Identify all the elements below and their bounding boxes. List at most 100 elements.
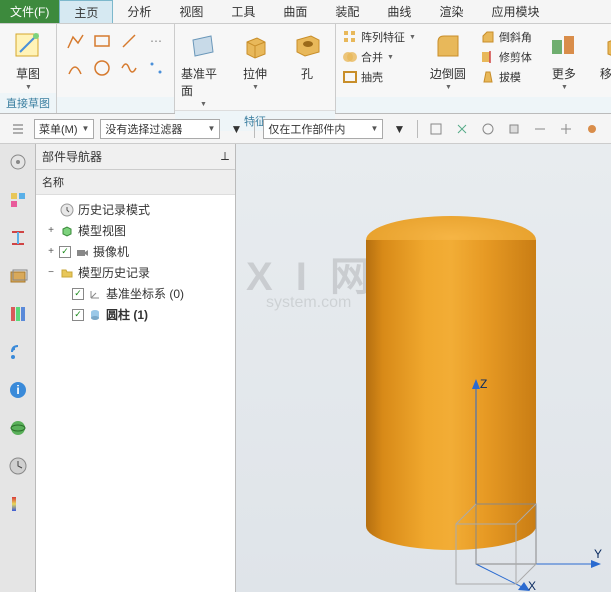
strip-gradient-icon[interactable] — [6, 492, 30, 516]
strip-info-icon[interactable]: i — [6, 378, 30, 402]
circle-icon[interactable] — [90, 56, 114, 80]
chevron-down-icon: ▼ — [252, 84, 259, 91]
folder-icon — [59, 265, 75, 281]
move-face-button[interactable]: 移动面 — [596, 29, 611, 82]
chamfer-button[interactable]: 倒斜角 — [480, 29, 532, 45]
collapse-icon[interactable]: − — [46, 267, 56, 278]
separator — [254, 120, 255, 138]
tab-home[interactable]: 主页 — [59, 0, 113, 23]
sketch-label: 草图 — [16, 65, 40, 82]
edge-round-button[interactable]: 边倒圆 ▼ — [426, 29, 470, 91]
move-face-icon — [601, 29, 611, 63]
shell-button[interactable]: 抽壳 — [342, 69, 416, 85]
datum-plane-label: 基准平面 — [181, 65, 225, 99]
strip-parts-icon[interactable] — [6, 188, 30, 212]
array-feature-button[interactable]: 阵列特征▼ — [342, 29, 416, 45]
ribbon: 草图 ▼ 直接草图 ⋯ 基准平面 ▼ — [0, 24, 611, 114]
nav-column-header[interactable]: 名称 — [36, 170, 235, 195]
spline-icon[interactable] — [117, 56, 141, 80]
draft-button[interactable]: 拔模 — [480, 69, 532, 85]
tab-curve[interactable]: 曲线 — [373, 0, 425, 23]
extrude-button[interactable]: 拉伸 ▼ — [233, 29, 277, 91]
main-area: i 部件导航器 ⟂ 名称 历史记录模式 + 模型视图 + ✓ — [0, 144, 611, 592]
scope-toggle-icon[interactable]: ▼ — [389, 119, 409, 139]
tab-assembly[interactable]: 装配 — [321, 0, 373, 23]
profile-line-icon[interactable] — [63, 29, 87, 53]
side-strip: i — [0, 144, 36, 592]
rectangle-icon[interactable] — [90, 29, 114, 53]
tree-datum-csys[interactable]: ✓ 基准坐标系 (0) — [38, 283, 233, 304]
nav-pin-icon[interactable]: ⟂ — [221, 149, 229, 164]
datum-plane-button[interactable]: 基准平面 ▼ — [181, 29, 225, 108]
tab-view[interactable]: 视图 — [165, 0, 217, 23]
datum-checkbox[interactable]: ✓ — [72, 288, 84, 300]
selection-filter-combo[interactable]: 没有选择过滤器▼ — [100, 119, 220, 139]
strip-sphere-icon[interactable] — [6, 416, 30, 440]
ribbon-group-datum: 基准平面 ▼ 拉伸 ▼ 孔 特征 — [175, 24, 336, 113]
tab-render[interactable]: 渲染 — [425, 0, 477, 23]
strip-layers-icon[interactable] — [6, 264, 30, 288]
filter-icon-4[interactable] — [504, 119, 524, 139]
filter-icon-2[interactable] — [452, 119, 472, 139]
expand-icon[interactable]: + — [46, 225, 56, 236]
tree-model-history[interactable]: − 模型历史记录 — [38, 262, 233, 283]
menu-toggle-icon[interactable] — [8, 119, 28, 139]
cylinder-model[interactable] — [366, 216, 536, 550]
shape-more-icon[interactable]: ⋯ — [144, 29, 168, 53]
tree-cylinder[interactable]: ✓ 圆柱 (1) — [38, 304, 233, 325]
union-button[interactable]: 合并▼ — [342, 49, 416, 65]
filter-bar: 菜单(M)▼ 没有选择过滤器▼ ▼ 仅在工作部件内▼ ▼ — [0, 114, 611, 144]
expand-icon[interactable]: + — [46, 246, 56, 257]
tree-history-mode[interactable]: 历史记录模式 — [38, 199, 233, 220]
filter-icon-7[interactable] — [582, 119, 602, 139]
svg-text:Y: Y — [594, 547, 602, 561]
scope-combo[interactable]: 仅在工作部件内▼ — [263, 119, 383, 139]
cylinder-body — [366, 240, 536, 550]
hole-button[interactable]: 孔 — [285, 29, 329, 82]
svg-text:i: i — [16, 383, 19, 397]
hole-label: 孔 — [301, 65, 313, 82]
tab-surface[interactable]: 曲面 — [269, 0, 321, 23]
nav-header: 部件导航器 ⟂ — [36, 144, 235, 170]
strip-settings-icon[interactable] — [6, 150, 30, 174]
more-button[interactable]: 更多 ▼ — [542, 29, 586, 91]
filter-icon-6[interactable] — [556, 119, 576, 139]
arc-icon[interactable] — [63, 56, 87, 80]
camera-checkbox[interactable]: ✓ — [59, 246, 71, 258]
group-label-sketch: 直接草图 — [0, 93, 56, 113]
chevron-down-icon: ▼ — [561, 84, 568, 91]
point-icon[interactable] — [144, 56, 168, 80]
filter-icon-5[interactable] — [530, 119, 550, 139]
cylinder-checkbox[interactable]: ✓ — [72, 309, 84, 321]
tree-model-view[interactable]: + 模型视图 — [38, 220, 233, 241]
strip-books-icon[interactable] — [6, 302, 30, 326]
tab-tools[interactable]: 工具 — [217, 0, 269, 23]
hole-icon — [290, 29, 324, 63]
sketch-button[interactable]: 草图 ▼ — [6, 29, 50, 91]
filter-toggle-icon[interactable]: ▼ — [226, 119, 246, 139]
array-icon — [342, 29, 358, 45]
viewport-3d[interactable]: X I 网 system.com Z Y X — [236, 144, 611, 592]
menu-bar: 文件(F) 主页 分析 视图 工具 曲面 装配 曲线 渲染 应用模块 — [0, 0, 611, 24]
strip-history-icon[interactable] — [6, 454, 30, 478]
line-icon[interactable] — [117, 29, 141, 53]
tab-analysis[interactable]: 分析 — [113, 0, 165, 23]
ribbon-group-sketch: 草图 ▼ 直接草图 — [0, 24, 57, 113]
nav-title: 部件导航器 — [42, 148, 102, 165]
filter-icon-1[interactable] — [426, 119, 446, 139]
file-menu[interactable]: 文件(F) — [0, 0, 59, 23]
filter-icon-3[interactable] — [478, 119, 498, 139]
tree-camera[interactable]: + ✓ 摄像机 — [38, 241, 233, 262]
tab-app-modules[interactable]: 应用模块 — [477, 0, 553, 23]
draft-icon — [480, 69, 496, 85]
strip-signal-icon[interactable] — [6, 340, 30, 364]
more-icon — [547, 29, 581, 63]
chevron-down-icon: ▼ — [445, 84, 452, 91]
chevron-down-icon: ▼ — [200, 101, 207, 108]
menu-combo[interactable]: 菜单(M)▼ — [34, 119, 94, 139]
part-navigator: 部件导航器 ⟂ 名称 历史记录模式 + 模型视图 + ✓ 摄像机 − — [36, 144, 236, 592]
trim-body-button[interactable]: 修剪体 — [480, 49, 532, 65]
ribbon-group-features: 阵列特征▼ 合并▼ 抽壳 边倒圆 ▼ 倒斜角 修剪体 拔模 更多 ▼ 移动 — [336, 24, 611, 113]
strip-constraints-icon[interactable] — [6, 226, 30, 250]
csys-icon — [87, 286, 103, 302]
